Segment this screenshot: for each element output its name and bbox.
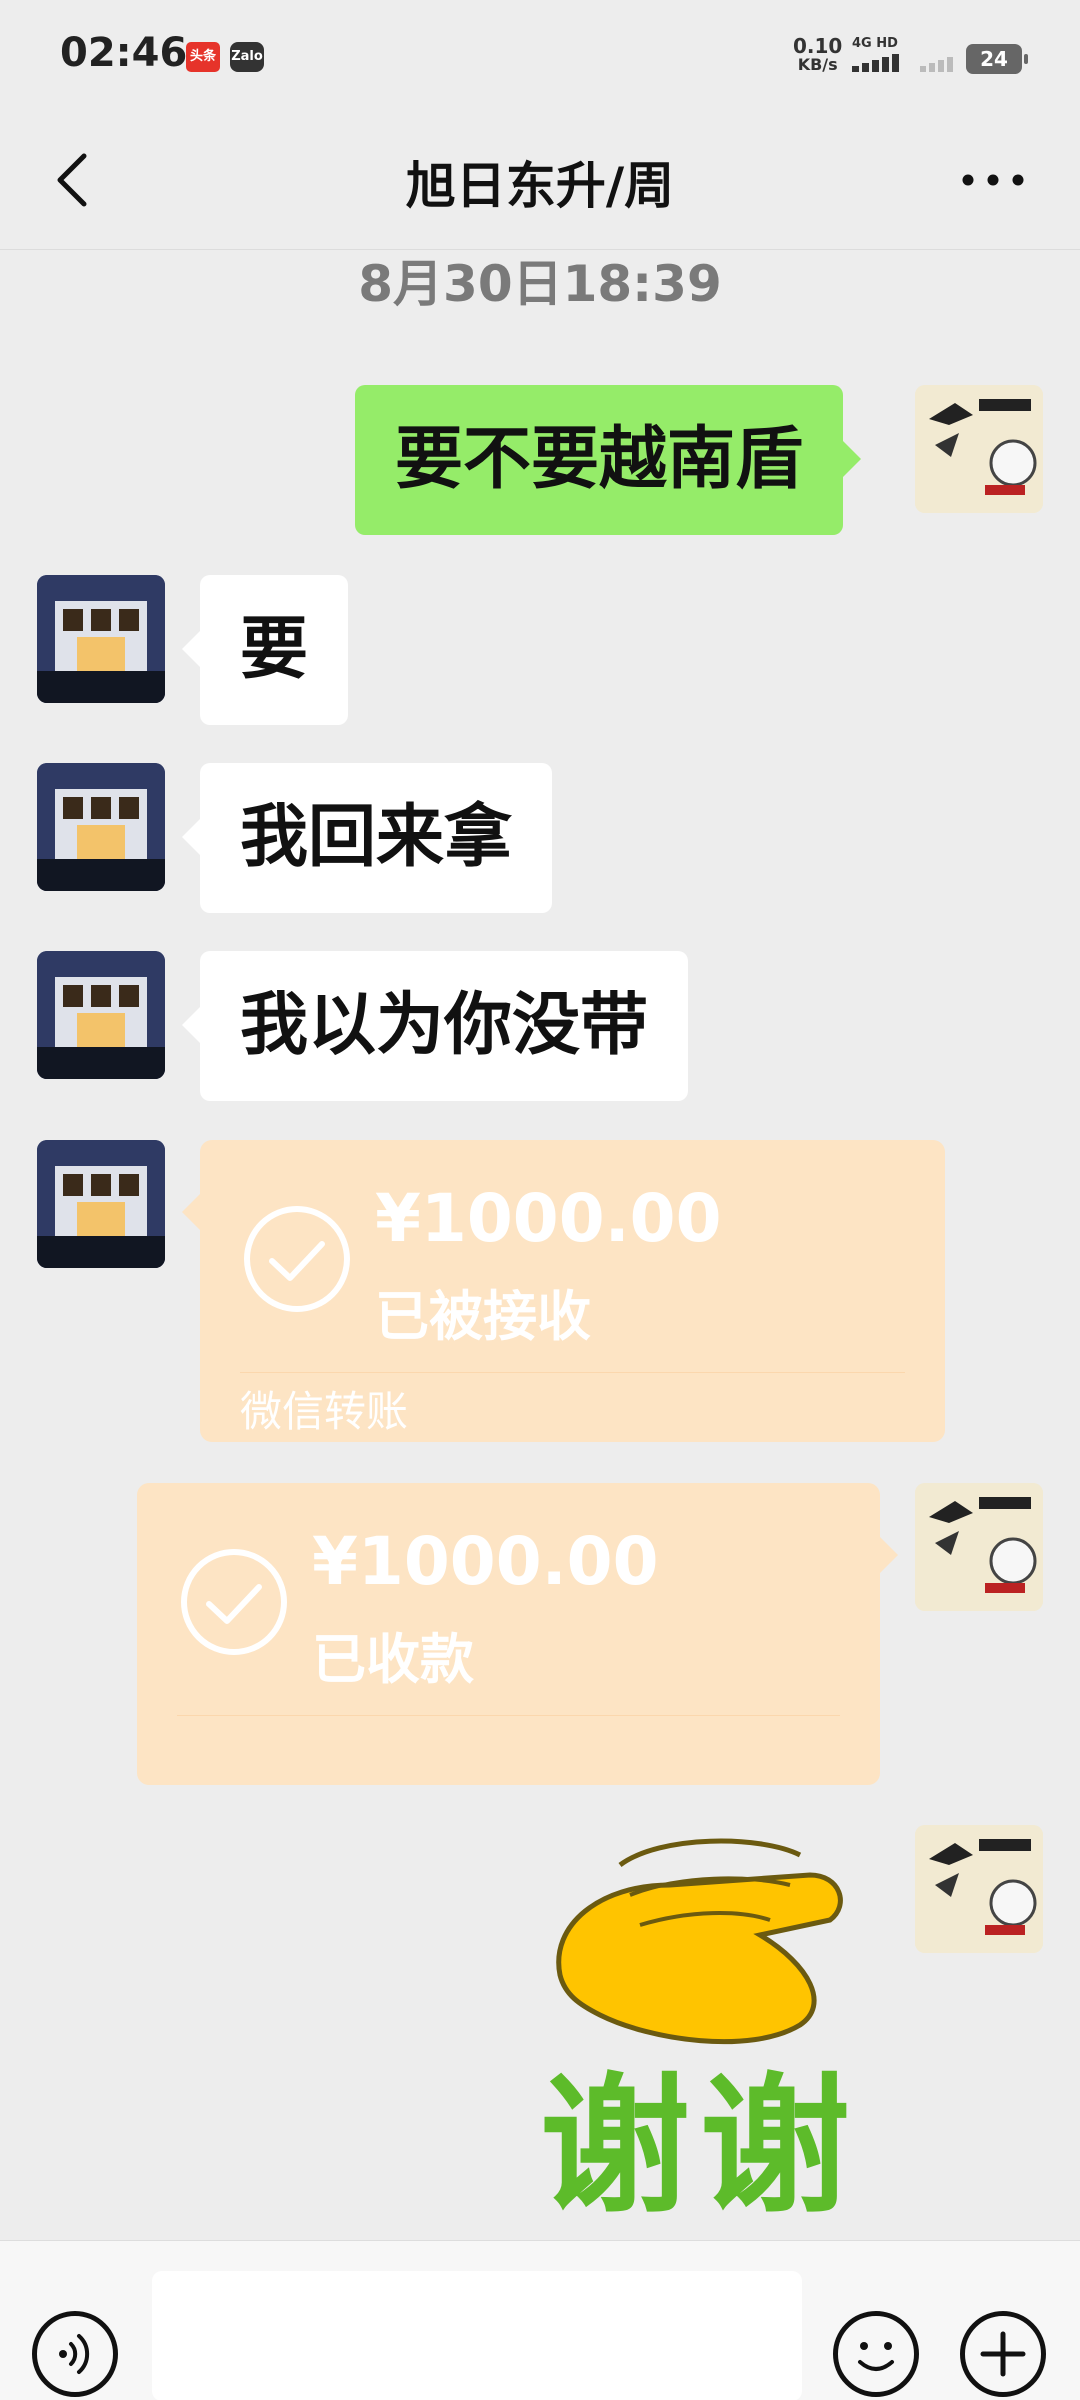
chat-header: 旭日东升/周: [0, 110, 1080, 250]
signal-strength-icon: [852, 54, 899, 72]
self-avatar[interactable]: [915, 385, 1043, 513]
sticker-text: 谢谢: [539, 2060, 860, 2234]
voice-waves-icon: [59, 2334, 90, 2374]
friend-avatar[interactable]: [37, 1140, 165, 1268]
emoji-icon[interactable]: [833, 2311, 919, 2397]
message-input[interactable]: [152, 2271, 802, 2400]
smiley-face-icon: [858, 2342, 894, 2371]
input-bar: [0, 2240, 1080, 2400]
check-circle-icon: [181, 1549, 287, 1655]
friend-avatar-image: [37, 1140, 165, 1268]
check-circle-icon: [244, 1206, 350, 1312]
clock: 02:46: [60, 30, 188, 76]
incoming-text-bubble[interactable]: 我回来拿: [181, 763, 553, 913]
friend-avatar[interactable]: [37, 951, 165, 1079]
transfer-divider: [240, 1372, 905, 1373]
battery-indicator: 24: [966, 44, 1028, 74]
network-speed: 0.10 KB/s: [793, 36, 842, 74]
friend-avatar-image: [37, 575, 165, 703]
outgoing-text-bubble[interactable]: 要不要越南盾: [355, 385, 862, 535]
network-speed-value: 0.10: [793, 34, 843, 58]
signal-strength-secondary-icon: [920, 57, 953, 72]
network-speed-unit: KB/s: [797, 55, 838, 74]
self-avatar[interactable]: [915, 1483, 1043, 1611]
transfer-status: 已被接收: [375, 1285, 591, 1348]
transfer-source-label: 微信转账: [240, 1387, 409, 1436]
transfer-divider: [177, 1715, 840, 1716]
voice-icon[interactable]: [32, 2311, 118, 2397]
self-avatar[interactable]: [915, 1825, 1043, 1953]
plus-icon[interactable]: [960, 2311, 1046, 2397]
incoming-text-bubble[interactable]: 我以为你没带: [181, 951, 689, 1101]
network-type: 4G HD: [852, 36, 898, 51]
transfer-amount: ¥1000.00: [312, 1523, 659, 1600]
self-avatar-image: [915, 1483, 1043, 1611]
self-avatar-image: [915, 1825, 1043, 1953]
incoming-text-bubble[interactable]: 要: [181, 575, 349, 725]
zalo-app-icon: Zalo: [230, 42, 264, 72]
friend-avatar-image: [37, 763, 165, 891]
thanks-sticker[interactable]: 谢谢: [510, 1825, 890, 2234]
folded-hands-icon: [556, 1838, 843, 2045]
friend-avatar[interactable]: [37, 575, 165, 703]
plus-sign-icon: [980, 2331, 1026, 2377]
outgoing-transfer-card[interactable]: ¥1000.00 已收款: [137, 1483, 898, 1785]
transfer-amount: ¥1000.00: [375, 1180, 722, 1257]
self-avatar-image: [915, 385, 1043, 513]
toutiao-app-icon: 头条: [186, 42, 220, 72]
status-bar: 02:46 头条 Zalo 0.10 KB/s 4G HD 24: [0, 0, 1080, 110]
chat-title: 旭日东升/周: [405, 157, 675, 215]
friend-avatar[interactable]: [37, 763, 165, 891]
transfer-status: 已收款: [312, 1628, 474, 1691]
more-dots-icon[interactable]: [958, 160, 1028, 200]
incoming-transfer-card[interactable]: ¥1000.00 已被接收 微信转账: [182, 1140, 945, 1442]
message-timestamp: 8月30日18:39: [358, 255, 722, 313]
friend-avatar-image: [37, 951, 165, 1079]
